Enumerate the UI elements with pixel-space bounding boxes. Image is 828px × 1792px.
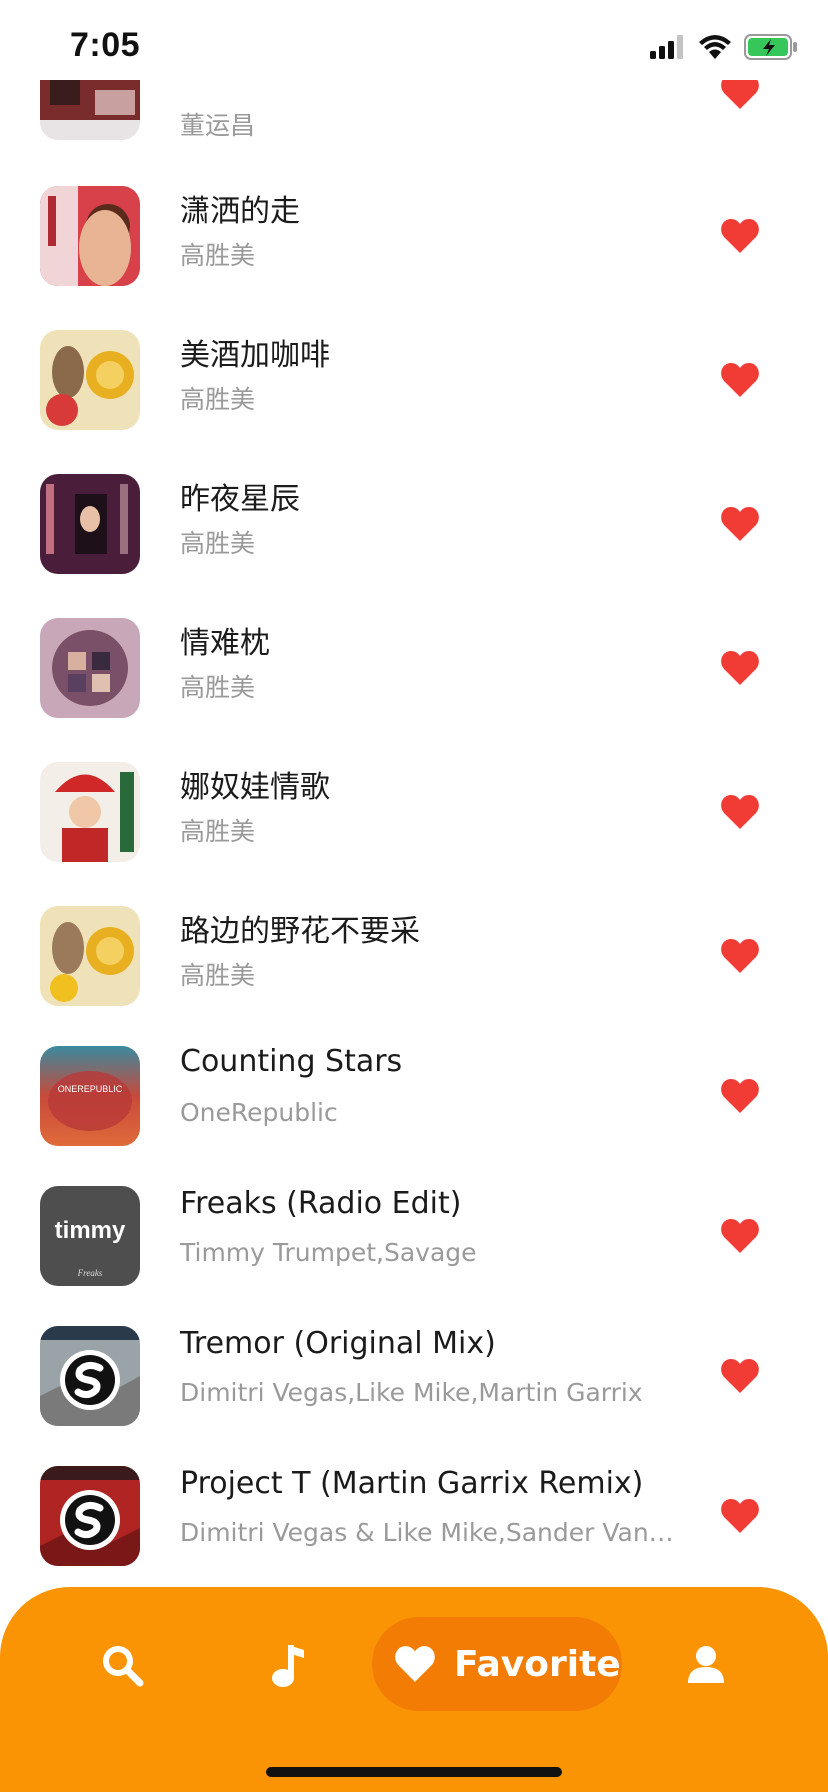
- song-row[interactable]: 昨夜星辰 高胜美: [0, 452, 828, 596]
- favorite-heart-icon[interactable]: [720, 1078, 760, 1114]
- song-row[interactable]: Tremor (Original Mix) Dimitri Vegas,Like…: [0, 1304, 828, 1448]
- song-row[interactable]: ONEREPUBLIC Counting Stars OneRepublic: [0, 1024, 828, 1168]
- favorite-heart-icon[interactable]: [720, 650, 760, 686]
- album-cover: ONEREPUBLIC: [40, 1046, 140, 1146]
- nav-favorite-button[interactable]: Favorite: [372, 1617, 622, 1711]
- nav-search-button[interactable]: [96, 1639, 148, 1691]
- song-title: 潇洒的走: [180, 194, 300, 229]
- wifi-icon: [699, 35, 731, 59]
- song-artist: OneRepublic: [180, 1098, 338, 1127]
- song-title: Tremor (Original Mix): [180, 1326, 496, 1361]
- search-icon: [103, 1646, 144, 1687]
- song-artist: 高胜美: [180, 241, 256, 270]
- song-row[interactable]: Project T (Martin Garrix Remix) Dimitri …: [0, 1444, 828, 1588]
- favorites-screen: 董运昌 潇洒的走 高胜美 美酒加咖啡 高胜美 昨夜星辰 高胜美 情难枕 高胜美 …: [0, 0, 828, 1792]
- song-artist: 高胜美: [180, 817, 256, 846]
- user-icon: [688, 1646, 724, 1683]
- album-cover: [40, 762, 140, 862]
- favorite-heart-icon[interactable]: [720, 938, 760, 974]
- album-cover: timmy Freaks: [40, 1186, 140, 1286]
- album-cover-text: timmy: [55, 1217, 126, 1244]
- album-cover: [40, 474, 140, 574]
- album-cover: [40, 1466, 140, 1566]
- song-artist: 高胜美: [180, 961, 256, 990]
- song-title: Project T (Martin Garrix Remix): [180, 1466, 644, 1501]
- album-cover-text: ONEREPUBLIC: [58, 1084, 123, 1094]
- favorite-heart-icon[interactable]: [720, 794, 760, 830]
- album-cover: [40, 618, 140, 718]
- song-row[interactable]: 美酒加咖啡 高胜美: [0, 308, 828, 452]
- song-title: 娜奴娃情歌: [180, 770, 330, 805]
- song-artist: 高胜美: [180, 385, 256, 414]
- song-artist: Dimitri Vegas & Like Mike,Sander Van ...: [180, 1518, 680, 1547]
- song-row[interactable]: 路边的野花不要采 高胜美: [0, 884, 828, 1028]
- song-row[interactable]: timmy Freaks Freaks (Radio Edit) Timmy T…: [0, 1164, 828, 1308]
- favorite-heart-icon[interactable]: [720, 362, 760, 398]
- music-note-icon: [272, 1645, 304, 1687]
- favorite-heart-icon[interactable]: [720, 1358, 760, 1394]
- nav-music-button[interactable]: [262, 1639, 314, 1691]
- status-time: 7:05: [70, 26, 141, 64]
- album-cover: [40, 186, 140, 286]
- song-row[interactable]: 情难枕 高胜美: [0, 596, 828, 740]
- album-cover: [40, 330, 140, 430]
- song-row[interactable]: 娜奴娃情歌 高胜美: [0, 740, 828, 884]
- song-title: 情难枕: [180, 626, 270, 661]
- nav-profile-button[interactable]: [680, 1639, 732, 1691]
- status-icons: [650, 34, 798, 60]
- song-title: 美酒加咖啡: [180, 338, 330, 373]
- battery-icon: [744, 34, 797, 60]
- favorite-heart-icon[interactable]: [720, 218, 760, 254]
- favorite-heart-icon[interactable]: [720, 1218, 760, 1254]
- album-cover: [40, 906, 140, 1006]
- album-cover: [40, 1326, 140, 1426]
- bottom-nav: Favorite: [0, 1587, 828, 1792]
- song-artist: 高胜美: [180, 529, 256, 558]
- song-row[interactable]: 潇洒的走 高胜美: [0, 164, 828, 308]
- song-title: Counting Stars: [180, 1044, 403, 1079]
- song-artist: Dimitri Vegas,Like Mike,Martin Garrix: [180, 1378, 643, 1407]
- cellular-signal-icon: [650, 35, 683, 59]
- song-artist: 高胜美: [180, 673, 256, 702]
- song-artist: 董运昌: [180, 111, 256, 140]
- status-bar: 7:05: [0, 0, 828, 80]
- song-title: 昨夜星辰: [180, 482, 300, 517]
- song-artist: Timmy Trumpet,Savage: [180, 1238, 477, 1267]
- heart-icon: [395, 1646, 435, 1682]
- favorite-heart-icon[interactable]: [720, 506, 760, 542]
- favorite-heart-icon[interactable]: [720, 1498, 760, 1534]
- song-title: 路边的野花不要采: [180, 914, 420, 949]
- home-indicator: [266, 1767, 562, 1777]
- nav-favorite-label: Favorite: [454, 1643, 621, 1685]
- song-title: Freaks (Radio Edit): [180, 1186, 462, 1221]
- album-cover-subtext: Freaks: [77, 1268, 103, 1278]
